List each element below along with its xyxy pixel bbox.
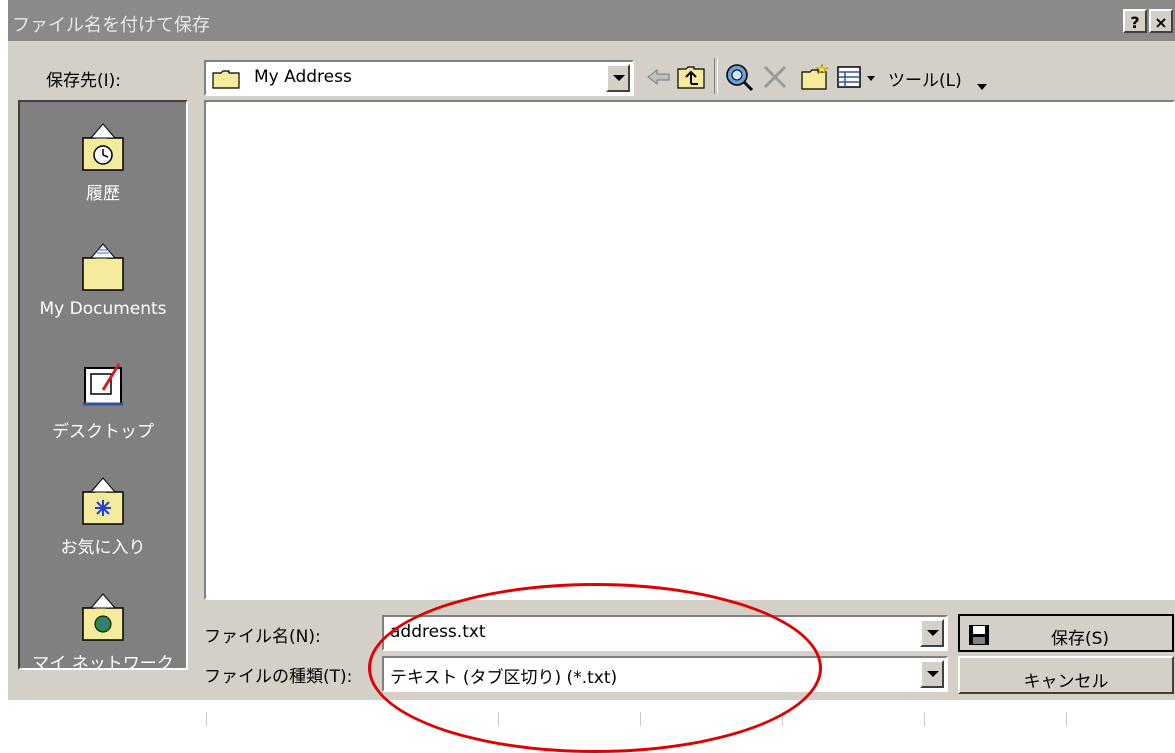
divider (640, 712, 641, 726)
filetype-select[interactable]: テキスト (タブ区切り) (*.txt) (382, 656, 948, 692)
back-icon[interactable] (644, 62, 674, 92)
divider (498, 712, 499, 726)
folder-icon (212, 69, 240, 89)
tools-dropdown-icon[interactable] (976, 76, 988, 96)
close-button[interactable]: × (1149, 9, 1173, 33)
divider (1066, 712, 1067, 726)
place-desktop[interactable]: デスクトップ (20, 360, 186, 442)
filename-label: ファイル名(N): (204, 627, 321, 647)
save-in-value: My Address (254, 67, 352, 87)
places-bar: 履歴 My Documents デスクトップ お気に入り マイ ネットワーク (18, 100, 188, 674)
network-icon (73, 592, 133, 647)
filetype-dropdown-button[interactable] (920, 660, 944, 688)
history-icon (73, 122, 133, 177)
place-label: デスクトップ (52, 422, 154, 442)
desktop-icon (73, 360, 133, 415)
place-label: 履歴 (86, 184, 120, 204)
new-folder-icon[interactable] (800, 62, 830, 92)
help-button[interactable]: ? (1123, 9, 1147, 33)
save-in-dropdown-button[interactable] (606, 64, 630, 92)
up-folder-icon[interactable] (676, 62, 706, 92)
cancel-button-label: キャンセル (1023, 672, 1109, 692)
favorites-icon (73, 476, 133, 531)
place-label: マイ ネットワーク (32, 654, 174, 674)
title-bar: ファイル名を付けて保存 ? × (8, 0, 1175, 41)
filename-dropdown-button[interactable] (920, 619, 944, 647)
tools-menu[interactable]: ツール(L) (888, 66, 962, 91)
toolbar-separator (714, 58, 718, 94)
place-network[interactable]: マイ ネットワーク (20, 592, 186, 674)
window-title: ファイル名を付けて保存 (12, 15, 210, 36)
save-button[interactable]: 保存(S) (958, 614, 1174, 652)
filetype-label: ファイルの種類(T): (204, 667, 353, 687)
place-history[interactable]: 履歴 (20, 122, 186, 204)
divider (206, 712, 207, 726)
my-documents-icon (73, 242, 133, 297)
search-web-icon[interactable] (724, 62, 754, 92)
delete-icon[interactable] (760, 62, 790, 92)
cancel-button[interactable]: キャンセル (958, 656, 1174, 694)
save-in-label: 保存先(I): (46, 71, 122, 91)
save-as-dialog: ファイル名を付けて保存 ? × 保存先(I): My Address ツール(L… (8, 0, 1175, 700)
divider (782, 712, 783, 726)
filename-value: address.txt (390, 622, 486, 642)
place-my-documents[interactable]: My Documents (20, 242, 186, 319)
divider (924, 712, 925, 726)
place-label: My Documents (39, 299, 167, 319)
floppy-disk-icon (968, 624, 990, 646)
view-menu-icon[interactable] (836, 62, 875, 92)
page-background-strip (0, 700, 1175, 726)
place-favorites[interactable]: お気に入り (20, 476, 186, 558)
save-in-combo[interactable]: My Address (204, 60, 634, 96)
filetype-value: テキスト (タブ区切り) (*.txt) (390, 668, 618, 688)
file-list[interactable] (204, 100, 1175, 600)
save-button-label: 保存(S) (1050, 629, 1110, 649)
place-label: お気に入り (60, 538, 146, 558)
filename-input[interactable]: address.txt (382, 615, 948, 651)
